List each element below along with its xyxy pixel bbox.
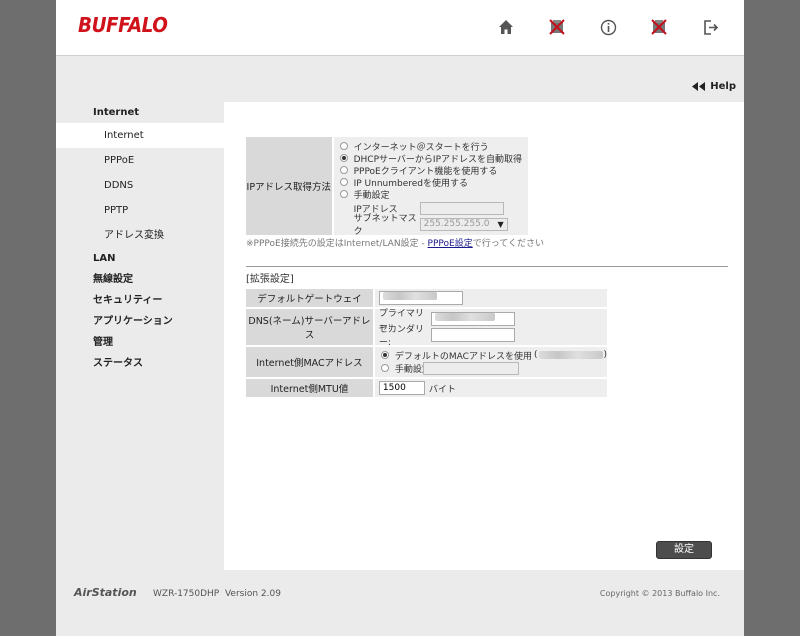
sidebar: Internet Internet PPPoE DDNS PPTP アドレス変換…: [56, 102, 224, 374]
double-chevron-left-icon: [692, 82, 706, 91]
dns-cell: プライマリー: セカンダリー:: [374, 309, 607, 348]
sidebar-section-lan[interactable]: LAN: [56, 248, 224, 269]
note-prefix: ※PPPoE接続先の設定はInternet/LAN設定 -: [246, 239, 428, 249]
footer-brand: AirStation: [74, 586, 137, 599]
pppoe-settings-link[interactable]: PPPoE設定: [428, 239, 473, 249]
radio-manual[interactable]: [339, 190, 348, 198]
mac-label: Internet側MACアドレス: [246, 347, 375, 377]
mac-cell: デフォルトのMACアドレスを使用() 手動設定: [374, 347, 607, 377]
ip-method-options: インターネット＠スタートを行う DHCPサーバーからIPアドレスを自動取得 PP…: [333, 137, 528, 237]
redacted-value: [434, 313, 495, 321]
home-icon[interactable]: [495, 16, 517, 38]
mtu-row: 1500 バイト: [378, 380, 607, 396]
mac-default-option[interactable]: デフォルトのMACアドレスを使用(): [380, 349, 607, 362]
radio-dhcp[interactable]: [339, 154, 348, 162]
sidebar-section-status[interactable]: ステータス: [56, 353, 224, 374]
setup-disabled-icon[interactable]: [546, 16, 568, 38]
subnet-row: サブネットマスク 255.255.255.0 ▼: [340, 214, 522, 237]
subnet-select[interactable]: 255.255.255.0 ▼: [419, 217, 508, 231]
dns-label: DNS(ネーム)サーバーアドレス: [246, 309, 375, 345]
ip-method-table: IPアドレス取得方法 インターネット＠スタートを行う DHCPサーバーからIPア…: [246, 137, 528, 237]
sidebar-section-applications[interactable]: アプリケーション: [56, 311, 224, 332]
radio-pppoe-client[interactable]: [339, 166, 348, 174]
option-label: 手動設定: [353, 190, 390, 201]
paren-close: ): [603, 350, 607, 360]
radio-ip-unnumbered[interactable]: [339, 178, 348, 186]
main-panel: IPアドレス取得方法 インターネット＠スタートを行う DHCPサーバーからIPア…: [224, 102, 744, 570]
firmware-version: Version 2.09: [224, 589, 281, 599]
paren-open: (: [533, 350, 538, 360]
router-admin-frame: BUFFALO Help Internet Internet PPPoE DDN…: [56, 0, 744, 636]
ip-address-input[interactable]: [419, 201, 504, 215]
sidebar-item-pptp[interactable]: PPTP: [56, 198, 224, 223]
radio-internet-start[interactable]: [339, 142, 348, 150]
sidebar-section-admin[interactable]: 管理: [56, 332, 224, 353]
top-bar: BUFFALO: [56, 0, 744, 56]
apply-button[interactable]: 設定: [656, 541, 712, 559]
option-internet-start[interactable]: インターネット＠スタートを行う: [339, 140, 522, 153]
advanced-settings-title: [拡張設定]: [246, 266, 728, 285]
mac-manual-input[interactable]: [422, 361, 519, 375]
option-manual[interactable]: 手動設定: [339, 188, 522, 201]
subnet-value: 255.255.255.0: [423, 218, 490, 229]
sidebar-item-internet[interactable]: Internet: [56, 123, 224, 148]
secondary-dns-input[interactable]: [430, 328, 515, 342]
redacted-value: [539, 351, 604, 359]
sidebar-section-wireless[interactable]: 無線設定: [56, 269, 224, 290]
mac-manual-option[interactable]: 手動設定: [380, 361, 607, 375]
help-link[interactable]: Help: [692, 81, 736, 92]
gateway-cell: [374, 289, 607, 307]
sidebar-item-pppoe[interactable]: PPPoE: [56, 148, 224, 173]
sidebar-header-internet[interactable]: Internet: [56, 102, 224, 123]
help-label: Help: [710, 81, 736, 92]
mtu-cell: 1500 バイト: [374, 379, 607, 397]
model-name: WZR-1750DHP: [153, 589, 220, 599]
secondary-label: セカンダリー:: [378, 325, 424, 348]
mtu-input[interactable]: 1500: [378, 381, 425, 395]
info-icon[interactable]: [597, 16, 619, 38]
setup-disabled-icon-2[interactable]: [648, 16, 670, 38]
ip-method-label: IPアドレス取得方法: [246, 137, 334, 235]
primary-dns-input[interactable]: [430, 312, 515, 326]
subnet-label: サブネットマスク: [353, 214, 417, 237]
sidebar-item-nat[interactable]: アドレス変換: [56, 223, 224, 248]
mac-default-label: デフォルトのMACアドレスを使用: [394, 351, 532, 362]
sidebar-section-security[interactable]: セキュリティー: [56, 290, 224, 311]
gateway-label: デフォルトゲートウェイ: [246, 289, 375, 307]
mac-manual-label: 手動設定: [394, 364, 431, 375]
option-ip-unnumbered[interactable]: IP Unnumberedを使用する: [339, 176, 522, 189]
note-suffix: で行ってください: [472, 239, 544, 249]
mtu-unit: バイト: [428, 384, 456, 395]
gateway-input[interactable]: [378, 291, 463, 305]
secondary-dns-row: セカンダリー:: [379, 325, 607, 348]
pppoe-note: ※PPPoE接続先の設定はInternet/LAN設定 - PPPoE設定で行っ…: [246, 236, 544, 249]
advanced-table: デフォルトゲートウェイ DNS(ネーム)サーバーアドレス プライマリー: セカン…: [246, 287, 607, 399]
footer-copyright: Copyright © 2013 Buffalo Inc.: [599, 589, 720, 598]
logout-icon[interactable]: [699, 16, 721, 38]
buffalo-logo[interactable]: BUFFALO: [78, 13, 168, 37]
redacted-value: [382, 292, 437, 300]
dropdown-arrow-icon: ▼: [497, 219, 504, 229]
footer-model: WZR-1750DHP Version 2.09: [153, 589, 281, 599]
radio-mac-manual[interactable]: [380, 364, 389, 372]
option-dhcp[interactable]: DHCPサーバーからIPアドレスを自動取得: [339, 152, 522, 165]
radio-mac-default[interactable]: [380, 351, 389, 359]
footer: AirStation WZR-1750DHP Version 2.09 Copy…: [56, 570, 744, 606]
sidebar-item-ddns[interactable]: DDNS: [56, 173, 224, 198]
mtu-label: Internet側MTU値: [246, 379, 375, 397]
option-pppoe-client[interactable]: PPPoEクライアント機能を使用する: [339, 164, 522, 177]
